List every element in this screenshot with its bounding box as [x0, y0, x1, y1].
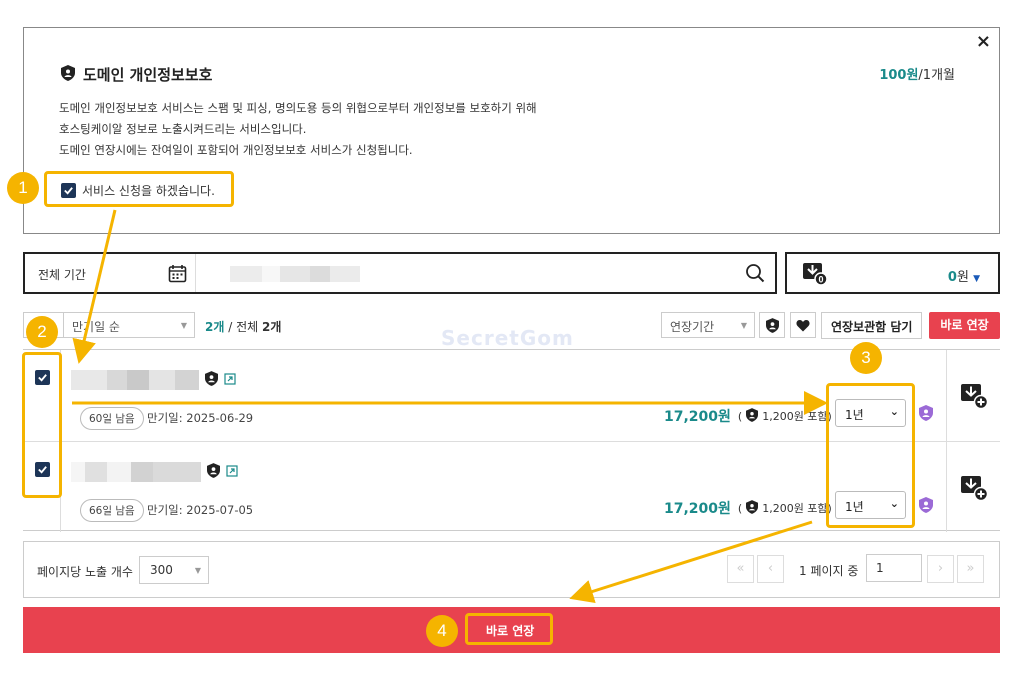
privacy-shield-purple-icon[interactable]: [919, 497, 933, 516]
watermark: SecretGom: [441, 326, 574, 350]
search-input-redacted[interactable]: [230, 266, 360, 282]
chevron-down-icon: ▼: [194, 566, 201, 575]
description-line-2: 호스팅케이알 정보로 노출시켜드리는 서비스입니다.: [59, 122, 307, 136]
service-price-period: /1개월: [918, 68, 955, 83]
description-line-1: 도메인 개인정보보호 서비스는 스팸 및 피싱, 명의도용 등의 위협으로부터 …: [59, 101, 537, 115]
page-total-text: 1 페이지 중: [799, 564, 859, 578]
shield-icon: [746, 407, 759, 425]
domain-name-redacted[interactable]: [71, 370, 236, 390]
annotation-number-4: 4: [426, 615, 458, 647]
search-divider: [195, 254, 196, 292]
expiry-date: 만기일: 2025-06-29: [147, 411, 254, 425]
external-link-icon[interactable]: [226, 464, 238, 480]
sort-select-value: 만기일 순: [72, 320, 120, 334]
search-icon[interactable]: [745, 263, 765, 286]
cart-amount[interactable]: 0원 ▼: [948, 266, 980, 285]
external-link-icon[interactable]: [224, 372, 236, 388]
page-number-input[interactable]: 1: [866, 554, 922, 582]
domain-count-total: 2개: [261, 320, 282, 334]
domain-count-separator: / 전체: [224, 320, 262, 334]
annotation-highlight-3: [826, 383, 915, 528]
renew-now-button[interactable]: 바로 연장: [929, 312, 1000, 339]
row-price-amount: 17,200원: [664, 501, 731, 517]
row-action-cell: [946, 350, 1000, 441]
privacy-filter-button[interactable]: [759, 312, 785, 338]
annotation-highlight-2: [22, 352, 62, 498]
prev-page-button[interactable]: ‹: [757, 555, 784, 583]
cart-dropdown-icon[interactable]: ▼: [973, 274, 980, 284]
annotation-number-3: 3: [850, 342, 882, 374]
privacy-fee: 1,200원 포함): [762, 502, 832, 515]
privacy-shield-purple-icon[interactable]: [919, 405, 933, 424]
service-price-amount: 100원: [879, 68, 919, 83]
first-page-button[interactable]: «: [727, 555, 754, 583]
service-price: 100원/1개월: [879, 64, 955, 83]
cart-amount-value: 0: [947, 270, 957, 285]
days-left-badge: 60일 남음: [80, 407, 144, 430]
row-price: 17,200원 ( 1,200원 포함): [664, 406, 832, 426]
chevron-down-icon: ▼: [740, 321, 747, 330]
add-to-cart-icon[interactable]: [960, 383, 989, 412]
favorite-filter-button[interactable]: [790, 312, 816, 338]
shield-icon: [746, 499, 759, 517]
shield-icon: [61, 65, 75, 84]
domain-search-bar: 전체 기간: [23, 252, 777, 294]
days-left-badge: 66일 남음: [80, 499, 144, 522]
domain-count: 2개 / 전체 2개: [205, 318, 281, 335]
row-price-paren: (: [737, 501, 743, 515]
panel-title-row: 도메인 개인정보보호: [61, 64, 212, 85]
renewal-cart-icon[interactable]: 0: [802, 262, 828, 289]
expiry-date: 만기일: 2025-07-05: [147, 503, 254, 517]
domain-name-redacted[interactable]: [71, 462, 238, 482]
renewal-cart-box[interactable]: 0 0원 ▼: [785, 252, 1000, 294]
close-button[interactable]: ×: [976, 32, 991, 52]
cart-amount-unit: 원: [956, 270, 969, 285]
annotation-highlight-1: [44, 171, 234, 207]
chevron-down-icon: ▼: [180, 321, 187, 330]
panel-title: 도메인 개인정보보호: [83, 66, 213, 84]
heart-icon: [796, 319, 810, 331]
annotation-number-1: 1: [7, 172, 39, 204]
add-to-cart-icon[interactable]: [960, 475, 989, 504]
row-action-cell: [946, 442, 1000, 532]
row-price: 17,200원 ( 1,200원 포함): [664, 498, 832, 518]
description-line-3: 도메인 연장시에는 잔여일이 포함되어 개인정보보호 서비스가 신청됩니다.: [59, 143, 413, 157]
privacy-fee: 1,200원 포함): [762, 410, 832, 423]
next-page-button[interactable]: ›: [927, 555, 954, 583]
last-page-button[interactable]: »: [957, 555, 984, 583]
shield-icon: [765, 317, 779, 333]
sort-select[interactable]: 만기일 순 ▼: [63, 312, 195, 338]
annotation-highlight-4: [465, 613, 553, 645]
shield-icon: [205, 371, 218, 389]
add-to-renewal-cart-button[interactable]: 연장보관함 담기: [821, 312, 923, 339]
renew-period-filter[interactable]: 연장기간 ▼: [661, 312, 755, 338]
per-page-select[interactable]: 300 ▼: [139, 556, 209, 584]
calendar-icon[interactable]: [168, 264, 187, 286]
row-price-amount: 17,200원: [664, 409, 731, 425]
domain-count-selected: 2개: [205, 320, 225, 334]
svg-text:0: 0: [818, 275, 823, 285]
period-filter-label[interactable]: 전체 기간: [38, 266, 86, 283]
row-price-paren: (: [737, 409, 743, 423]
per-page-value: 300: [150, 563, 173, 577]
per-page-label: 페이지당 노출 개수: [37, 565, 133, 579]
annotation-number-2: 2: [26, 316, 58, 348]
pagination-bar: 페이지당 노출 개수 300 ▼ « ‹ 1 페이지 중 1 › »: [23, 541, 1000, 598]
renew-period-filter-value: 연장기간: [670, 320, 715, 334]
shield-icon: [207, 463, 220, 481]
